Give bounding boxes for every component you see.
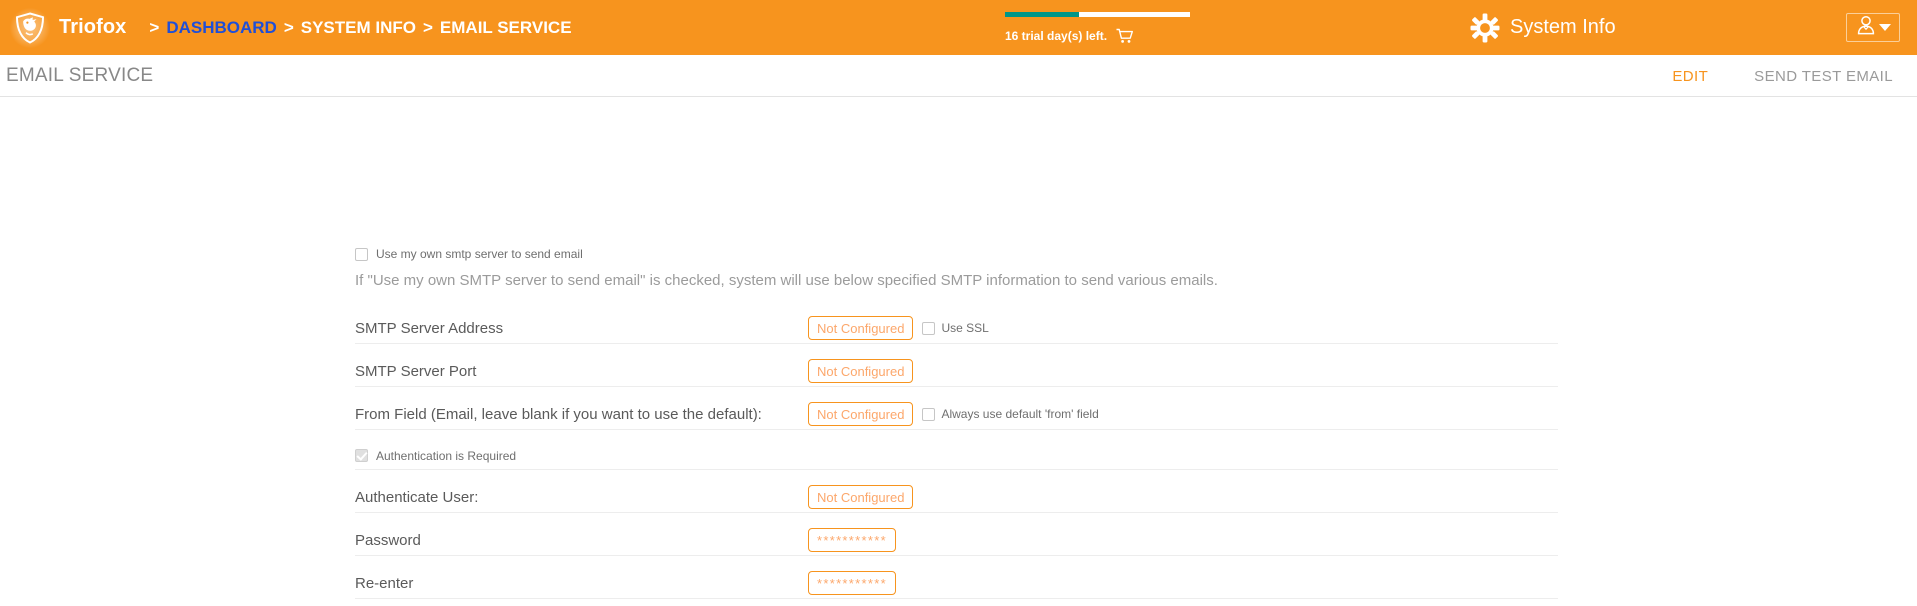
row-label: From Field (Email, leave blank if you wa… xyxy=(355,405,762,423)
always-use-default-from-control: Always use default 'from' field xyxy=(922,407,1099,421)
smtp-server-address-input[interactable]: Not Configured xyxy=(808,316,914,340)
brand[interactable]: Triofox xyxy=(0,7,127,48)
sub-header-actions: EDIT SEND TEST EMAIL xyxy=(1672,55,1893,97)
row-label: Re-enter xyxy=(355,574,414,592)
always-use-default-from-label: Always use default 'from' field xyxy=(941,407,1099,421)
use-own-smtp-row: Use my own smtp server to send email xyxy=(355,247,1558,261)
row-authentication-required: Authentication is Required xyxy=(355,442,1558,470)
row-password: Password *********** xyxy=(355,525,1558,556)
row-smtp-server-address: SMTP Server Address Not Configured Use S… xyxy=(355,313,1558,344)
shield-fox-logo-icon xyxy=(10,7,50,48)
trial-status: 16 trial day(s) left. xyxy=(1000,0,1200,55)
from-field-input[interactable]: Not Configured xyxy=(808,402,914,426)
trial-progress-bar xyxy=(1005,11,1190,17)
field-value: Not Configured xyxy=(817,406,905,422)
row-smtp-server-port: SMTP Server Port Not Configured xyxy=(355,356,1558,387)
user-menu-button[interactable] xyxy=(1846,13,1900,42)
field-value: *********** xyxy=(817,575,887,591)
trial-row: 16 trial day(s) left. xyxy=(1005,28,1200,44)
use-ssl-checkbox[interactable] xyxy=(922,321,936,335)
row-from-field: From Field (Email, leave blank if you wa… xyxy=(355,399,1558,430)
user-avatar-icon xyxy=(1856,15,1876,40)
use-ssl-control: Use SSL xyxy=(922,321,989,335)
password-input[interactable]: *********** xyxy=(808,528,896,552)
reenter-password-input[interactable]: *********** xyxy=(808,571,896,595)
use-own-smtp-checkbox[interactable] xyxy=(355,247,368,261)
authentication-required-label: Authentication is Required xyxy=(376,448,517,463)
field-value: Not Configured xyxy=(817,489,905,505)
field-value: *********** xyxy=(817,532,887,548)
system-info-label: System Info xyxy=(1510,16,1616,38)
use-ssl-label: Use SSL xyxy=(941,321,989,335)
authenticate-user-input[interactable]: Not Configured xyxy=(808,485,914,509)
breadcrumb: > DASHBOARD > SYSTEM INFO > EMAIL SERVIC… xyxy=(142,18,571,38)
authentication-required-checkbox[interactable] xyxy=(355,449,368,462)
page-title: EMAIL SERVICE xyxy=(6,64,154,86)
field-value: Not Configured xyxy=(817,363,905,379)
send-test-email-button[interactable]: SEND TEST EMAIL xyxy=(1754,68,1893,85)
always-use-default-from-checkbox[interactable] xyxy=(922,407,936,421)
row-label: SMTP Server Address xyxy=(355,319,504,337)
field-value: Not Configured xyxy=(817,320,905,336)
shopping-cart-icon[interactable] xyxy=(1116,28,1134,44)
top-bar: Triofox > DASHBOARD > SYSTEM INFO > EMAI… xyxy=(0,0,1917,55)
gear-icon xyxy=(1470,13,1500,43)
brand-name: Triofox xyxy=(59,16,127,38)
breadcrumb-item-email-service: EMAIL SERVICE xyxy=(439,17,572,37)
smtp-server-port-input[interactable]: Not Configured xyxy=(808,359,914,383)
system-info-indicator[interactable]: System Info xyxy=(1470,0,1616,55)
trial-progress-fill xyxy=(1005,11,1079,17)
row-reenter-password: Re-enter *********** xyxy=(355,568,1558,599)
breadcrumb-item-system-info[interactable]: SYSTEM INFO xyxy=(301,18,416,38)
row-authenticate-user: Authenticate User: Not Configured xyxy=(355,482,1558,513)
row-label: SMTP Server Port xyxy=(355,362,477,380)
trial-days-label: 16 trial day(s) left. xyxy=(1005,28,1108,43)
row-label: Password xyxy=(355,531,421,549)
row-spacer xyxy=(355,470,1558,482)
breadcrumb-separator-0: > xyxy=(149,17,160,37)
sub-header: EMAIL SERVICE EDIT SEND TEST EMAIL xyxy=(0,55,1917,97)
row-label: Authenticate User: xyxy=(355,488,479,506)
edit-button[interactable]: EDIT xyxy=(1672,68,1708,85)
use-own-smtp-label: Use my own smtp server to send email xyxy=(376,247,583,261)
main-content: Use my own smtp server to send email If … xyxy=(0,97,1917,606)
form-hint-text: If "Use my own SMTP server to send email… xyxy=(355,272,1218,289)
email-service-form: Use my own smtp server to send email If … xyxy=(355,247,1558,599)
breadcrumb-separator-1: > xyxy=(283,17,294,37)
chevron-down-icon xyxy=(1878,24,1891,31)
breadcrumb-item-dashboard[interactable]: DASHBOARD xyxy=(166,18,277,38)
breadcrumb-separator-2: > xyxy=(422,17,433,37)
